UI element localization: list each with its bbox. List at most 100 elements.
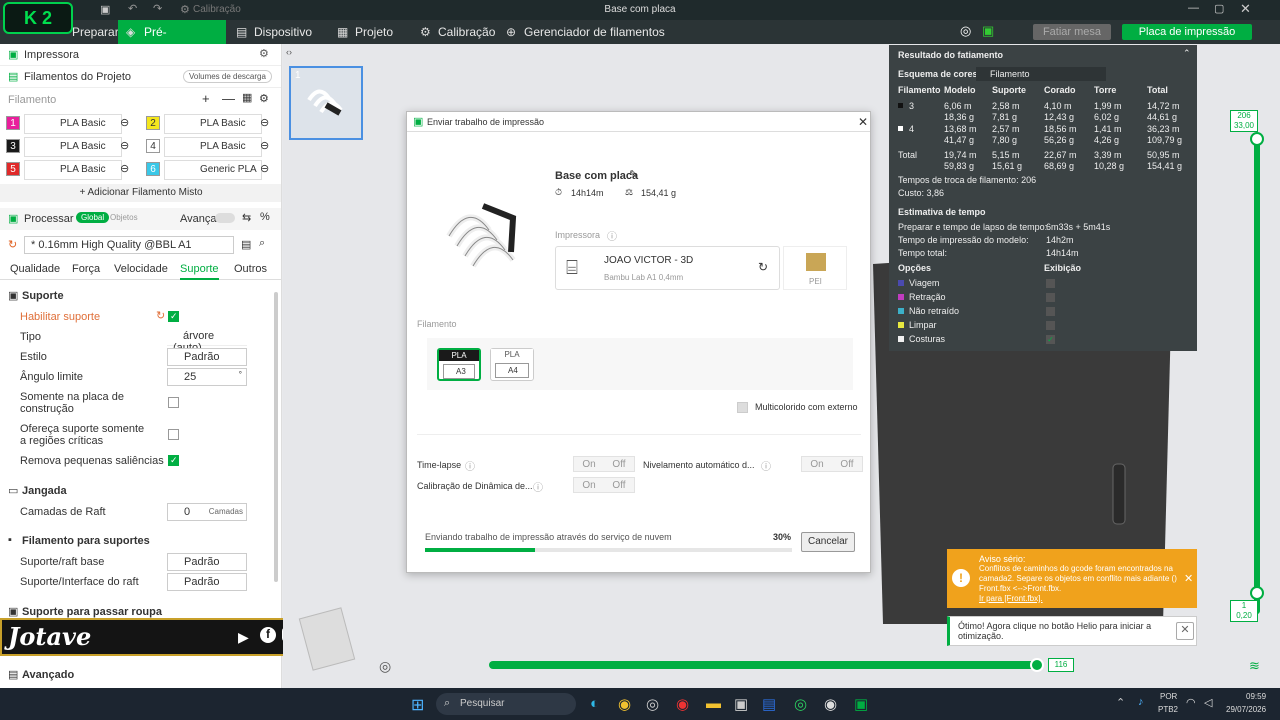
chrome-icon[interactable]: ◉ [618,695,631,713]
threshold-angle-input[interactable]: 25 ° [167,368,247,386]
remove-overhangs-checkbox[interactable] [168,455,179,466]
global-toggle[interactable]: Global [76,212,110,223]
print-plate-button[interactable]: Placa de impressão [1122,24,1252,40]
close-window-icon[interactable]: ✕ [1240,1,1251,17]
redo-icon[interactable]: ↷ [153,2,162,15]
microphone-icon[interactable]: ♪ [1138,696,1144,708]
filament-remove-icon[interactable]: ⊖ [260,116,269,129]
save-icon[interactable]: ▣ [100,3,110,16]
filament-grid-icon[interactable]: ▦ [242,91,252,104]
edit-name-icon[interactable]: ✎ [629,168,638,181]
tab-suporte[interactable]: Suporte [180,263,219,280]
filament-settings-icon[interactable]: ⚙ [259,92,269,105]
filament-select[interactable]: PLA Basic [24,160,122,180]
timelapse-help-icon[interactable]: ⓘ [465,458,475,473]
tab-força[interactable]: Força [72,263,100,275]
filament-color-swatch[interactable]: 5 [6,162,20,176]
add-mixed-filament-button[interactable]: + Adicionar Filamento Misto [0,184,281,202]
store-icon[interactable]: ▣ [734,695,748,713]
filament-color-swatch[interactable]: 4 [146,139,160,153]
plate-thumbnail[interactable]: 1 [289,66,363,140]
dialog-close-icon[interactable]: ✕ [858,115,868,129]
plate-view-icon[interactable]: ▣ [982,23,994,39]
bambu-studio-icon[interactable]: ▣ [854,695,868,713]
bottom-slider-handle[interactable] [1250,586,1264,600]
tab-project[interactable]: ▦ Projeto [333,20,393,44]
keyboard-layout[interactable]: PTB2 [1158,705,1178,714]
add-filament-icon[interactable]: + [202,91,210,106]
printer-help-icon[interactable]: ⓘ [607,228,617,243]
critical-regions-checkbox[interactable] [168,429,179,440]
auto-level-toggle[interactable]: On Off [801,456,863,472]
tab-qualidade[interactable]: Qualidade [10,263,60,275]
filament-remove-icon[interactable]: ⊖ [260,139,269,152]
legend-visibility-checkbox[interactable] [1046,321,1055,330]
cancel-button[interactable]: Cancelar [801,532,855,552]
filament-item[interactable]: 1 PLA Basic ⊖ [6,114,136,134]
slice-button[interactable]: Fatiar mesa [1033,24,1111,40]
filament-color-swatch[interactable]: 6 [146,162,160,176]
clock-date[interactable]: 29/07/2026 [1226,705,1266,714]
warning-close-icon[interactable]: ✕ [1184,572,1193,585]
build-plate-only-checkbox[interactable] [168,397,179,408]
reset-icon[interactable]: ↻ [156,309,165,322]
tab-velocidade[interactable]: Velocidade [114,263,168,275]
spiral-icon[interactable]: ◎ [960,23,971,39]
process-profile-select[interactable]: * 0.16mm High Quality @BBL A1 [24,236,234,254]
warning-link[interactable]: Ir para [Front.fbx]. [979,594,1043,603]
auto-level-help-icon[interactable]: ⓘ [761,458,771,473]
tab-device[interactable]: ▤ Dispositivo [232,20,312,44]
save-profile-icon[interactable]: ▤ [241,238,251,251]
legend-visibility-checkbox[interactable] [1046,293,1055,302]
undo-icon[interactable]: ↶ [128,2,137,15]
chrome-profile-icon[interactable]: ◉ [676,695,689,713]
calibration-quick-icon[interactable]: ⚙ [180,3,190,16]
timelapse-toggle[interactable]: On Off [573,456,635,472]
word-icon[interactable]: ▤ [762,695,776,713]
collapse-result-icon[interactable]: ⌃ [1183,48,1191,59]
raft-layers-input[interactable]: 0 Camadas [167,503,247,521]
whatsapp-icon[interactable]: ◎ [794,695,807,713]
legend-visibility-checkbox[interactable]: ✓ [1046,335,1055,344]
printer-select[interactable]: ⌸ JOAO VICTOR - 3D Bambu Lab A1 0,4mm ↻ [555,246,780,290]
filament-item[interactable]: 5 PLA Basic ⊖ [6,160,136,180]
filament-slot[interactable]: PLA A3 [437,348,481,381]
filament-remove-icon[interactable]: ⊖ [120,162,129,175]
filament-select[interactable]: Generic PLA [164,160,262,180]
move-slider-handle[interactable] [1030,658,1044,672]
github-icon[interactable]: ◉ [824,695,837,713]
filament-color-swatch[interactable]: 1 [6,116,20,130]
compare-icon[interactable]: ⇆ [242,211,251,224]
filament-item[interactable]: 3 PLA Basic ⊖ [6,137,136,157]
dynamics-toggle[interactable]: On Off [573,477,635,493]
multicolor-checkbox[interactable] [737,402,748,413]
advanced-switch[interactable] [215,213,235,223]
maximize-icon[interactable]: ▢ [1214,2,1224,15]
filament-remove-icon[interactable]: ⊖ [120,139,129,152]
support-base-select[interactable]: Padrão [167,553,247,571]
support-type-select[interactable]: árvore (auto) [167,328,247,354]
move-slider[interactable] [489,661,1039,669]
percent-icon[interactable]: % [260,211,270,223]
fit-view-icon[interactable]: ◎ [379,658,391,675]
filament-color-swatch[interactable]: 2 [146,116,160,130]
language-indicator[interactable]: POR [1160,692,1177,701]
color-scheme-select[interactable]: Filamento [976,67,1106,81]
view-cube[interactable] [298,607,356,671]
tip-close-icon[interactable]: ✕ [1176,622,1194,640]
support-style-select[interactable]: Padrão [167,348,247,366]
filament-select[interactable]: PLA Basic [24,114,122,134]
search-settings-icon[interactable]: ⌕ [259,237,265,250]
system-tray-icon[interactable]: ⌃ [1116,696,1125,709]
filament-slot[interactable]: PLA A4 [490,348,534,381]
left-scrollbar[interactable] [274,292,278,582]
legend-visibility-checkbox[interactable] [1046,307,1055,316]
filament-select[interactable]: PLA Basic [164,137,262,157]
enable-support-checkbox[interactable] [168,311,179,322]
minimize-icon[interactable]: — [1188,2,1199,14]
layers-icon[interactable]: ≋ [1249,658,1260,674]
top-slider-handle[interactable] [1250,132,1264,146]
printer-section[interactable]: ▣ Impressora ⚙ [0,44,281,66]
filament-item[interactable]: 2 PLA Basic ⊖ [146,114,276,134]
filament-remove-icon[interactable]: ⊖ [120,116,129,129]
